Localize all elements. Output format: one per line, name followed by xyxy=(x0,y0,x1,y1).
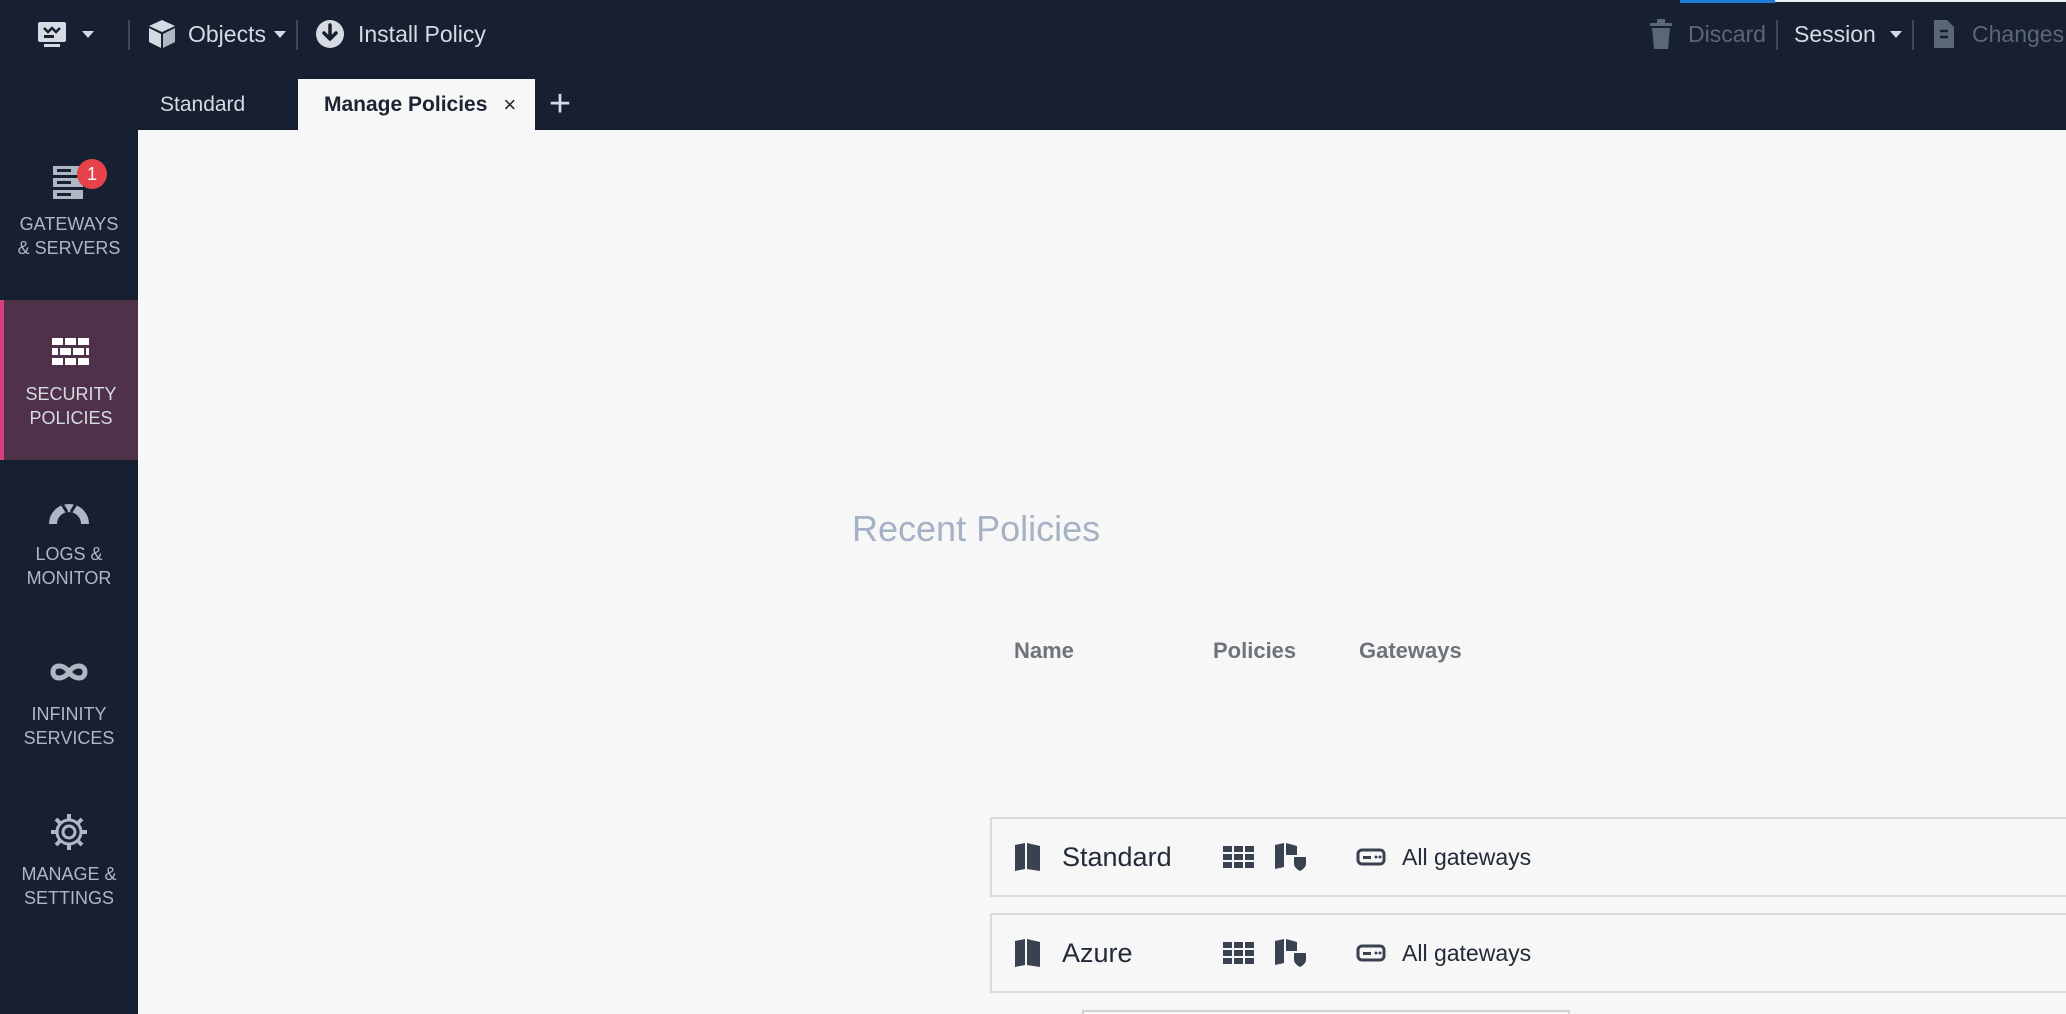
top-toolbar: Objects Install Policy Discard Session C… xyxy=(0,0,2066,68)
policy-book-icon xyxy=(1015,843,1040,871)
discard-button[interactable]: Discard xyxy=(1648,0,1766,68)
column-header-policies[interactable]: Policies xyxy=(1213,638,1296,664)
nav-label: GATEWAYS xyxy=(19,214,119,234)
toolbar-divider xyxy=(1912,20,1914,50)
gateways-value: All gateways xyxy=(1402,939,1532,966)
open-policy-panel[interactable] xyxy=(1082,1010,1570,1014)
chevron-down-icon xyxy=(273,30,286,38)
policy-name[interactable]: Standard xyxy=(1062,842,1172,873)
tab-label: Manage Policies xyxy=(324,92,488,116)
trash-icon xyxy=(1650,19,1672,49)
sidebar-item-infinity-services[interactable]: INFINITY SERVICES xyxy=(0,620,138,780)
sidebar-item-logs-monitor[interactable]: LOGS & MONITOR xyxy=(0,460,138,620)
tab-standard[interactable]: Standard xyxy=(138,79,298,130)
sidebar-item-manage-settings[interactable]: MANAGE & SETTINGS xyxy=(0,780,138,940)
gateways-value: All gateways xyxy=(1402,843,1532,870)
nav-label: SERVICES xyxy=(23,728,115,748)
threat-prevention-icon[interactable] xyxy=(1274,842,1308,872)
nav-label: MANAGE & xyxy=(21,864,117,884)
app-menu-button[interactable] xyxy=(36,0,94,68)
nav-label: INFINITY xyxy=(31,704,107,724)
notification-badge: 1 xyxy=(77,159,107,189)
gateway-icon xyxy=(1356,848,1386,866)
chevron-down-icon xyxy=(82,30,94,38)
objects-label: Objects xyxy=(188,20,266,47)
toolbar-divider xyxy=(1776,20,1778,50)
nav-label: & SERVERS xyxy=(17,238,121,258)
access-control-icon[interactable] xyxy=(1222,844,1256,870)
infinity-icon xyxy=(50,663,88,681)
nav-label: LOGS & xyxy=(35,544,103,564)
changes-label: Changes xyxy=(1972,20,2065,47)
column-header-gateways[interactable]: Gateways xyxy=(1359,638,1462,664)
sidebar-item-gateways[interactable]: GATEWAYS & SERVERS xyxy=(0,130,138,290)
threat-prevention-icon[interactable] xyxy=(1274,938,1308,968)
gauge-icon xyxy=(49,503,89,525)
page-title: Recent Policies xyxy=(852,508,1101,549)
policy-book-icon xyxy=(1015,939,1040,967)
access-control-icon[interactable] xyxy=(1222,940,1256,966)
document-icon xyxy=(1934,20,1954,48)
gateway-icon xyxy=(1356,944,1386,962)
app-menu-icon xyxy=(38,22,66,47)
nav-label: MONITOR xyxy=(26,568,112,588)
changes-button[interactable]: Changes xyxy=(1932,0,2064,68)
install-policy-label: Install Policy xyxy=(358,20,486,47)
session-label: Session xyxy=(1794,20,1876,47)
session-menu-button[interactable]: Session xyxy=(1794,0,1902,68)
gear-icon xyxy=(51,814,87,850)
firewall-icon xyxy=(52,338,89,365)
policy-name[interactable]: Azure xyxy=(1062,938,1133,969)
nav-label: POLICIES xyxy=(29,408,113,428)
sidebar-item-security-policies[interactable]: SECURITY POLICIES xyxy=(0,300,138,460)
chevron-down-icon xyxy=(1889,30,1902,38)
sidebar: GATEWAYS & SERVERS SECURITY POLICIES LOG… xyxy=(0,130,138,1014)
tab-manage-policies[interactable]: Manage Policies × xyxy=(298,79,535,130)
cube-icon xyxy=(149,20,175,48)
install-icon xyxy=(316,20,344,48)
objects-menu-button[interactable]: Objects xyxy=(146,0,286,68)
discard-label: Discard xyxy=(1688,20,1766,47)
nav-label: SETTINGS xyxy=(23,888,114,908)
toolbar-divider xyxy=(296,20,298,50)
tab-label: Standard xyxy=(160,92,246,116)
add-tab-button[interactable]: + xyxy=(544,83,576,125)
table-row[interactable]: Standard All gateways xyxy=(990,817,2066,897)
toolbar-divider xyxy=(128,20,130,50)
install-policy-button[interactable]: Install Policy xyxy=(314,0,486,68)
table-row[interactable]: Azure All gateways xyxy=(990,913,2066,993)
nav-label: SECURITY xyxy=(25,384,117,404)
close-icon[interactable]: × xyxy=(503,92,516,118)
column-header-name[interactable]: Name xyxy=(1014,638,1074,664)
